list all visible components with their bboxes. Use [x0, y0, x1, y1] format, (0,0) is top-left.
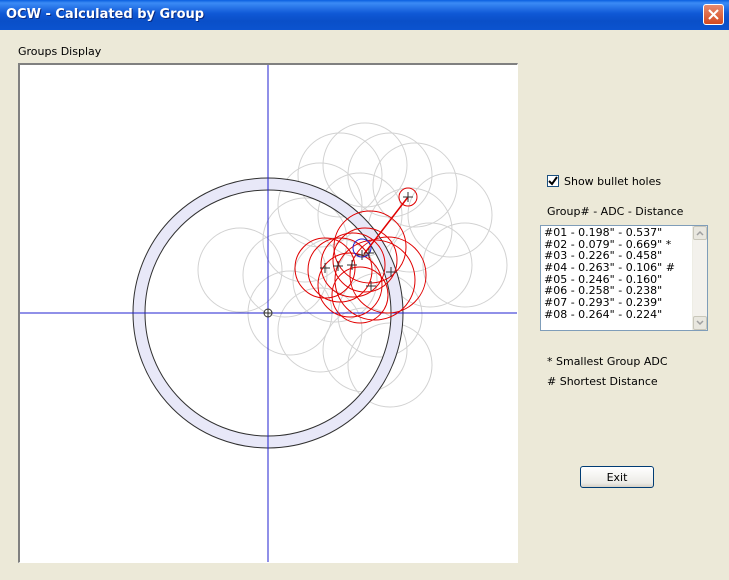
scroll-down-button[interactable]: [693, 316, 707, 330]
target-center-marker: [263, 308, 273, 318]
groups-list-header: Group# - ADC - Distance: [547, 205, 684, 218]
window-title: OCW - Calculated by Group: [6, 7, 205, 22]
bullet-hole-marker: [347, 260, 357, 270]
ghost-circle: [322, 122, 408, 208]
checkmark-icon: [548, 176, 558, 186]
close-button[interactable]: [703, 4, 724, 25]
listbox-scrollbar[interactable]: [692, 226, 707, 330]
show-bullet-holes-label[interactable]: Show bullet holes: [564, 175, 661, 188]
list-item[interactable]: #08 - 0.264" - 0.224": [544, 309, 690, 321]
show-bullet-holes-checkbox[interactable]: [547, 175, 559, 187]
ghost-circle: [347, 132, 433, 218]
shortest-distance-legend: # Shortest Distance: [547, 375, 658, 388]
ghost-circle: [242, 232, 328, 318]
ghost-circle: [197, 227, 283, 313]
scroll-up-button[interactable]: [693, 226, 707, 240]
group-circle: [307, 237, 373, 303]
chevron-down-icon: [696, 320, 704, 326]
ghost-circle: [407, 172, 493, 258]
smallest-group-legend: * Smallest Group ADC: [547, 355, 668, 368]
close-icon: [708, 9, 719, 20]
groups-display-canvas: [18, 63, 518, 563]
exit-button[interactable]: Exit: [580, 466, 654, 488]
ghost-circle: [422, 222, 508, 308]
groups-display-label: Groups Display: [18, 45, 102, 58]
list-item[interactable]: #04 - 0.263" - 0.106" #: [544, 262, 690, 274]
groups-listbox[interactable]: #01 - 0.198" - 0.537" #02 - 0.079" - 0.6…: [540, 225, 708, 331]
chevron-up-icon: [696, 230, 704, 236]
list-item[interactable]: #01 - 0.198" - 0.537": [544, 227, 690, 239]
title-bar[interactable]: OCW - Calculated by Group: [0, 0, 729, 30]
target-plot: [20, 65, 517, 562]
